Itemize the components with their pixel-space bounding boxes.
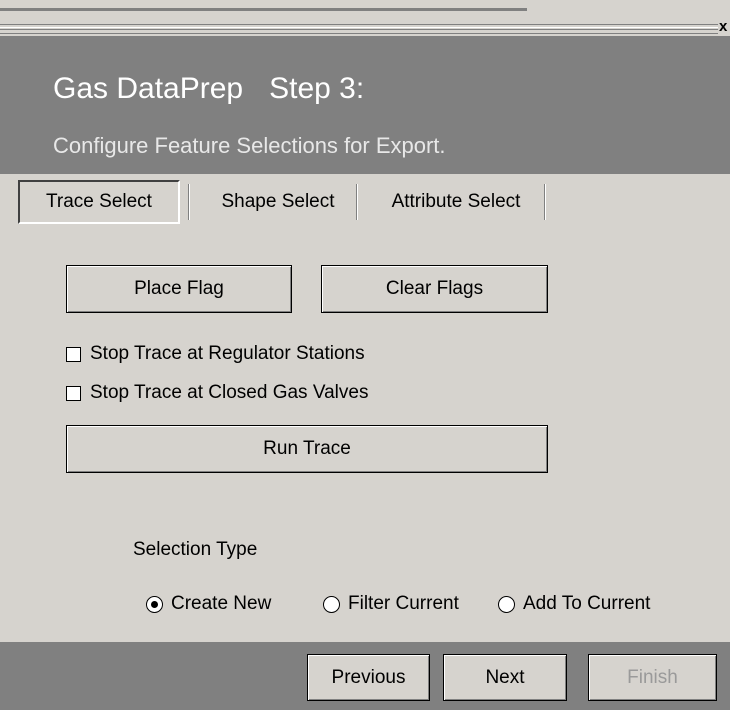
finish-button: Finish — [588, 654, 717, 701]
drag-grip[interactable] — [0, 24, 718, 34]
app-title: Gas DataPrep — [53, 72, 244, 105]
step-title: Step 3: — [269, 72, 365, 105]
checkbox-label: Stop Trace at Closed Gas Valves — [90, 382, 369, 403]
radio-label: Add To Current — [523, 593, 651, 614]
radio-create-new[interactable]: Create New — [146, 590, 271, 618]
checkbox-box[interactable] — [66, 385, 81, 401]
radio-label: Filter Current — [348, 593, 459, 614]
radio-button[interactable] — [323, 595, 340, 613]
run-trace-button[interactable]: Run Trace — [66, 425, 548, 473]
regulator-stations-checkbox[interactable]: Stop Trace at Regulator Stations — [66, 342, 365, 366]
tab-trace-select[interactable]: Trace Select — [18, 180, 180, 224]
clear-flags-button[interactable]: Clear Flags — [321, 265, 548, 313]
tab-attribute-select[interactable]: Attribute Select — [366, 180, 546, 224]
checkbox-box[interactable] — [66, 346, 81, 362]
selection-type-label: Selection Type — [133, 539, 258, 560]
radio-button[interactable] — [146, 595, 163, 613]
page-title: Gas DataPrep Step 3: — [53, 72, 364, 106]
place-flag-button[interactable]: Place Flag — [66, 265, 292, 313]
closed-valves-checkbox[interactable]: Stop Trace at Closed Gas Valves — [66, 381, 368, 405]
previous-button[interactable]: Previous — [307, 654, 430, 701]
radio-add-to-current[interactable]: Add To Current — [498, 590, 650, 618]
title-bar-edge — [0, 8, 527, 11]
wizard-header: Gas DataPrep Step 3: Configure Feature Se… — [0, 36, 730, 174]
tab-divider — [544, 184, 546, 220]
checkbox-label: Stop Trace at Regulator Stations — [90, 343, 365, 364]
wizard-footer: Previous Next Finish — [0, 642, 730, 710]
radio-button[interactable] — [498, 595, 515, 613]
window-title-bar[interactable]: x — [0, 0, 730, 36]
close-icon[interactable]: x — [719, 19, 727, 34]
page-subtitle: Configure Feature Selections for Export. — [53, 133, 446, 158]
tab-divider — [356, 184, 358, 220]
radio-filter-current[interactable]: Filter Current — [323, 590, 459, 618]
tab-shape-select[interactable]: Shape Select — [190, 180, 366, 224]
radio-label: Create New — [171, 593, 272, 614]
next-button[interactable]: Next — [443, 654, 567, 701]
